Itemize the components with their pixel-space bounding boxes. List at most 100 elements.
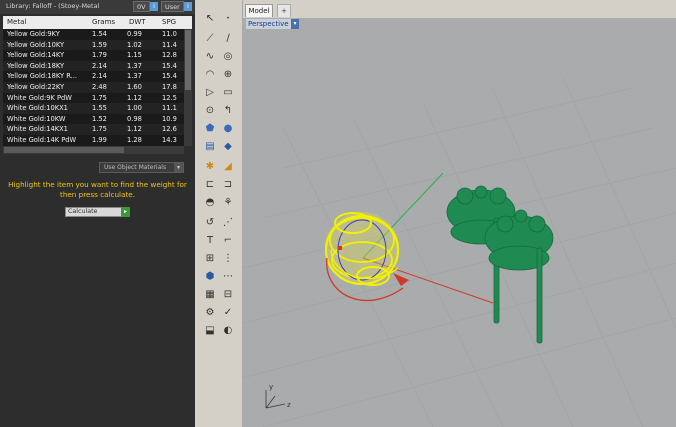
column-header-metal[interactable]: Metal [7,18,26,26]
patch-icon[interactable]: ◢ [221,160,235,174]
mirror-icon[interactable]: ⋰ [221,216,235,230]
scale-icon[interactable]: ↺ [203,216,217,230]
circle-icon[interactable]: ◎ [221,50,235,64]
boolean-icon[interactable]: ⊏ [203,178,217,192]
grams-cell: 2.14 [92,72,107,81]
viewport-dropdown-icon[interactable]: ▾ [291,19,299,29]
block-icon[interactable]: ⊞ [203,252,217,266]
sphere-icon[interactable]: ● [221,122,235,136]
shade-icon[interactable]: ⬓ [203,324,217,338]
select-arrow-icon[interactable]: ↖ [203,12,217,26]
display-icon[interactable]: ◐ [221,324,235,338]
grams-cell: 1.75 [92,93,107,102]
table-row[interactable]: White Gold:9K PdW 1.75 1.12 12.5 [3,93,184,104]
viewport-label[interactable]: Perspective [246,19,291,29]
spg-cell: 12.8 [162,51,177,60]
grams-cell: 1.99 [92,136,107,144]
spg-cell: 11.1 [162,104,177,113]
curve-icon[interactable]: ∿ [203,50,217,64]
tab-model[interactable]: Model [245,4,273,17]
column-header-dwt[interactable]: DWT [129,18,146,26]
polyline-icon[interactable]: ⟋ [203,32,217,46]
spg-cell: 15.4 [162,72,177,81]
spg-cell: 15.4 [162,61,177,70]
dwt-cell: 1.00 [127,104,142,113]
dwt-cell: 1.12 [127,125,142,134]
table-row[interactable]: Yellow Gold:18KY 2.14 1.37 15.4 [3,60,184,72]
add-tab-button[interactable]: + [277,4,291,17]
tag-0v[interactable]: 0V [133,1,150,12]
rectangle-icon[interactable]: ▭ [221,86,235,100]
table-row[interactable]: White Gold:14K PdW 1.99 1.28 14.3 [3,135,184,146]
box-icon[interactable]: ⬟ [203,122,217,136]
layer-icon[interactable]: ⋮ [221,252,235,266]
table-row[interactable]: Yellow Gold:14KY 1.79 1.15 12.8 [3,50,184,61]
table-row[interactable]: White Gold:14KX1 1.75 1.12 12.6 [3,124,184,135]
dwt-cell: 1.37 [127,61,142,70]
offset-curve-icon[interactable]: ⊙ [203,104,217,118]
grams-cell: 2.48 [92,83,107,91]
check-icon[interactable]: ⊟ [221,288,235,302]
material-icon[interactable]: ✓ [221,306,235,320]
explode-icon[interactable]: ⊐ [221,178,235,192]
surface-icon[interactable]: ✱ [203,160,217,174]
grams-cell: 2.14 [92,61,107,70]
dwt-cell: 1.60 [127,83,142,91]
table-row[interactable]: White Gold:10KX1 1.55 1.00 11.1 [3,103,184,114]
fillet-icon[interactable]: ↰ [221,104,235,118]
table-row[interactable]: White Gold:10KW 1.52 0.98 10.9 [3,114,184,125]
polygon-icon[interactable]: ▷ [203,86,217,100]
chevron-down-icon[interactable]: ▾ [174,163,183,172]
rotate-icon[interactable]: ⚘ [221,196,235,210]
dwt-cell: 1.28 [127,136,142,144]
table-horizontal-scroll-thumb[interactable] [4,147,124,153]
table-row[interactable]: Yellow Gold:22KY 2.48 1.60 17.8 [3,82,184,93]
axis-label-z: z [287,401,291,409]
table-row[interactable]: Yellow Gold:10KY 1.59 1.02 11.4 [3,39,184,51]
viewport-scene[interactable]: y z [243,18,676,427]
grams-cell: 1.79 [92,51,107,60]
group-icon[interactable]: ⌐ [221,234,235,248]
tag-user[interactable]: User [161,1,184,12]
tag-0v-button[interactable]: i [150,2,158,11]
cylinder-icon[interactable]: ▤ [203,140,217,154]
arc-icon[interactable]: ◠ [203,68,217,82]
table-row[interactable]: Yellow Gold:9KY 1.54 0.99 11.0 [3,29,184,40]
spg-cell: 17.8 [162,83,177,91]
column-header-spg[interactable]: SPG [162,18,176,26]
world-axis-icon [265,390,286,409]
calculate-button[interactable]: ▸ [121,207,130,217]
calculate-field[interactable]: Calculate [65,207,122,217]
line-icon[interactable]: ∕ [221,32,235,46]
tag-user-button[interactable]: i [184,2,192,11]
column-header-grams[interactable]: Grams [92,18,115,26]
metal-cell: White Gold:14K PdW [7,136,77,144]
ellipse-icon[interactable]: ⊕ [221,68,235,82]
table-vertical-scroll-thumb[interactable] [185,30,191,90]
analyze-icon[interactable]: ▦ [203,288,217,302]
render-icon[interactable]: ⚙ [203,306,217,320]
axis-label-y: y [269,383,273,391]
dwt-cell: 0.99 [127,30,142,38]
metal-cell: Yellow Gold:18KY R... [7,72,77,81]
table-row[interactable]: Yellow Gold:18KY R... 2.14 1.37 15.4 [3,71,184,82]
metal-weight-panel: Library: Falloff - (Stoey-Metal 0V i Use… [0,0,195,427]
snap-icon[interactable]: ⋯ [221,270,235,284]
dwt-cell: 0.98 [127,114,142,123]
spg-cell: 14.3 [162,136,177,144]
point-icon[interactable]: • [221,12,235,26]
dwt-cell: 1.15 [127,51,142,60]
metal-cell: Yellow Gold:18KY [7,61,65,70]
grid-icon[interactable]: ⬢ [203,270,217,284]
viewport-tabs [243,0,676,18]
grams-cell: 1.55 [92,104,107,113]
library-title: Library: Falloff - (Stoey-Metal [6,2,100,10]
selected-ring-object[interactable] [324,212,409,302]
move-icon[interactable]: ◓ [203,196,217,210]
rhino-toolbar: ↖ • ⟋ ∕ ∿ ◎ ◠ ⊕ ▷ ▭ ⊙ ↰ ⬟ ● ▤ ◆ ✱ ◢ ⊏ ⊐ … [195,0,243,427]
use-object-materials-select[interactable]: Use Object Materials [99,162,184,173]
metal-cell: Yellow Gold:14KY [7,51,65,60]
extrude-icon[interactable]: ◆ [221,140,235,154]
grams-cell: 1.75 [92,125,107,134]
array-icon[interactable]: T [203,234,217,248]
